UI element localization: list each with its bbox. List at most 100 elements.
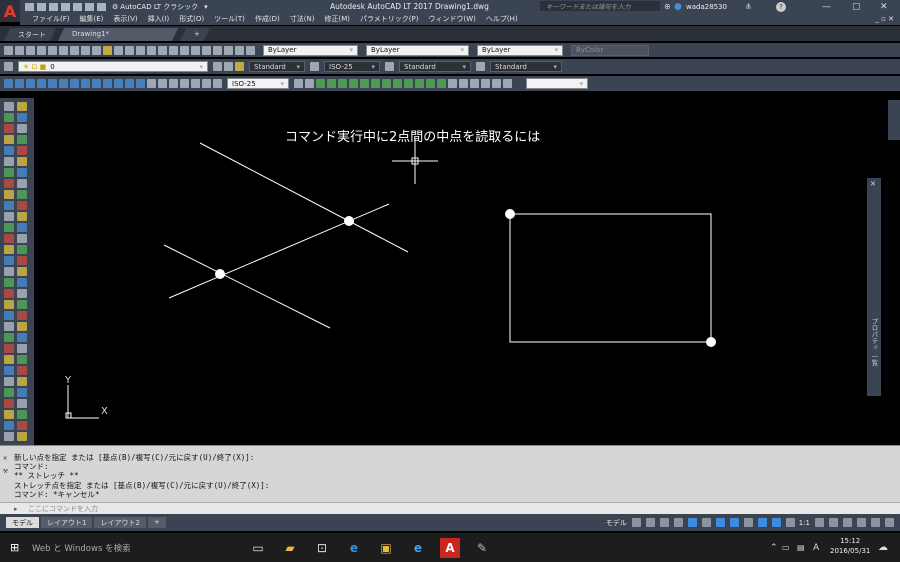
- tab-add-layout[interactable]: +: [147, 517, 166, 528]
- rectangle-icon[interactable]: [4, 124, 14, 133]
- revcloud-icon[interactable]: [17, 135, 27, 144]
- join-icon[interactable]: [17, 278, 27, 287]
- tab-model[interactable]: モデル: [6, 517, 39, 528]
- cut-icon[interactable]: [70, 45, 79, 55]
- redo-icon[interactable]: [97, 2, 106, 11]
- osnap-apparent-icon[interactable]: [349, 79, 358, 88]
- line-icon[interactable]: [4, 102, 14, 111]
- infer-icon[interactable]: [659, 518, 669, 527]
- circle-icon[interactable]: [4, 135, 14, 144]
- mtext-icon[interactable]: [4, 201, 14, 210]
- text-style-icon[interactable]: [235, 62, 244, 71]
- publish-icon[interactable]: [59, 45, 68, 55]
- tolerance-icon[interactable]: [147, 79, 156, 88]
- osnap-nearest-icon[interactable]: [448, 79, 457, 88]
- new-icon[interactable]: [4, 45, 13, 55]
- ellipse-arc-icon[interactable]: [4, 377, 14, 386]
- copy-icon[interactable]: [17, 432, 27, 441]
- make-block-icon[interactable]: [4, 168, 14, 177]
- dim-angular-icon[interactable]: [81, 79, 90, 88]
- add-selected-icon[interactable]: [17, 421, 27, 430]
- polygon-icon[interactable]: [17, 333, 27, 342]
- align-icon[interactable]: [17, 300, 27, 309]
- ellipse-icon[interactable]: [17, 146, 27, 155]
- region-icon[interactable]: [4, 410, 14, 419]
- save-icon[interactable]: [26, 45, 35, 55]
- table-icon[interactable]: [17, 410, 27, 419]
- dim-jogged-icon[interactable]: [59, 79, 68, 88]
- autocad-taskbar-icon[interactable]: A: [440, 537, 460, 558]
- arc-icon[interactable]: [17, 344, 27, 353]
- lineweight-icon[interactable]: [743, 518, 753, 527]
- close-icon[interactable]: ✕: [3, 454, 7, 463]
- zoom-window-icon[interactable]: [158, 45, 167, 55]
- osnap-insert-icon[interactable]: [426, 79, 435, 88]
- revcloud-icon[interactable]: [17, 355, 27, 364]
- point-icon[interactable]: [17, 388, 27, 397]
- break-at-point-icon[interactable]: [17, 267, 27, 276]
- grid-icon[interactable]: [631, 518, 641, 527]
- spline-icon[interactable]: [4, 366, 14, 375]
- command-input[interactable]: ▸ ここにコマンドを入力: [0, 502, 900, 514]
- print-icon[interactable]: [73, 2, 82, 11]
- sheetset-icon[interactable]: [213, 45, 222, 55]
- break-icon[interactable]: [4, 278, 14, 287]
- media-icon[interactable]: ▣: [376, 538, 396, 558]
- table-style-icon[interactable]: [385, 62, 394, 71]
- linetype-select[interactable]: ByLayer ▾: [366, 44, 469, 56]
- designcenter-icon[interactable]: [191, 45, 200, 55]
- dim-continue-icon[interactable]: [114, 79, 123, 88]
- file-explorer-icon[interactable]: ▰: [280, 538, 300, 558]
- tool-palette-strip[interactable]: [888, 100, 900, 140]
- rectangle-icon[interactable]: [4, 344, 14, 353]
- scale-icon[interactable]: [17, 245, 27, 254]
- task-view-icon[interactable]: ▭: [248, 538, 268, 558]
- menu-insert[interactable]: 挿入(I): [148, 14, 170, 24]
- ie-icon[interactable]: e: [408, 538, 428, 558]
- line-3[interactable]: [163, 244, 331, 329]
- extra-select[interactable]: ▾: [526, 78, 588, 89]
- clean-screen-icon[interactable]: [871, 518, 880, 527]
- menu-file[interactable]: ファイル(F): [32, 14, 70, 24]
- osnap-node-icon[interactable]: [437, 79, 446, 88]
- dim-baseline-icon[interactable]: [103, 79, 112, 88]
- snap-icon[interactable]: [645, 518, 655, 527]
- menu-modify[interactable]: 修正(M): [324, 14, 350, 24]
- customize-icon[interactable]: [885, 518, 894, 527]
- dim-update-icon[interactable]: [213, 79, 222, 88]
- auto-scale-icon[interactable]: [771, 518, 781, 527]
- model-space-label[interactable]: モデル: [606, 518, 627, 528]
- plotstyle-select[interactable]: ByColor: [571, 44, 649, 56]
- extend-icon[interactable]: [4, 267, 14, 276]
- menu-draw[interactable]: 作成(D): [255, 14, 280, 24]
- lineweight-select[interactable]: ByLayer ▾: [477, 44, 563, 56]
- xline-icon[interactable]: [17, 322, 27, 331]
- mleader-style-select[interactable]: Standard ▾: [490, 61, 562, 72]
- dim-radius-icon[interactable]: [48, 79, 57, 88]
- wrench-icon[interactable]: ⚒: [3, 466, 8, 475]
- explode-icon[interactable]: [4, 300, 14, 309]
- dim-text-edit-icon[interactable]: [202, 79, 211, 88]
- application-button[interactable]: A: [0, 0, 20, 22]
- table-icon[interactable]: [17, 190, 27, 199]
- osnap-tangent-icon[interactable]: [393, 79, 402, 88]
- menu-view[interactable]: 表示(V): [113, 14, 137, 24]
- erase-icon[interactable]: [4, 432, 14, 441]
- region-icon[interactable]: [4, 190, 14, 199]
- polyline-icon[interactable]: [4, 113, 14, 122]
- add-selected-icon[interactable]: [17, 201, 27, 210]
- reverse-icon[interactable]: [17, 311, 27, 320]
- osnap-point[interactable]: [344, 216, 354, 226]
- zoom-icon[interactable]: [147, 45, 156, 55]
- open-icon[interactable]: [37, 2, 46, 11]
- tab-new[interactable]: +: [180, 28, 210, 41]
- menu-help[interactable]: ヘルプ(H): [486, 14, 518, 24]
- inspect-icon[interactable]: [169, 79, 178, 88]
- attribute-icon[interactable]: [503, 79, 512, 88]
- make-block-icon[interactable]: [4, 388, 14, 397]
- dim-style-select[interactable]: ISO-25 ▾: [324, 61, 380, 72]
- line-1[interactable]: [199, 142, 409, 253]
- osnap-center-icon[interactable]: [371, 79, 380, 88]
- annotation-scale-value[interactable]: 1:1: [799, 519, 810, 527]
- matchprop-icon[interactable]: [103, 45, 112, 55]
